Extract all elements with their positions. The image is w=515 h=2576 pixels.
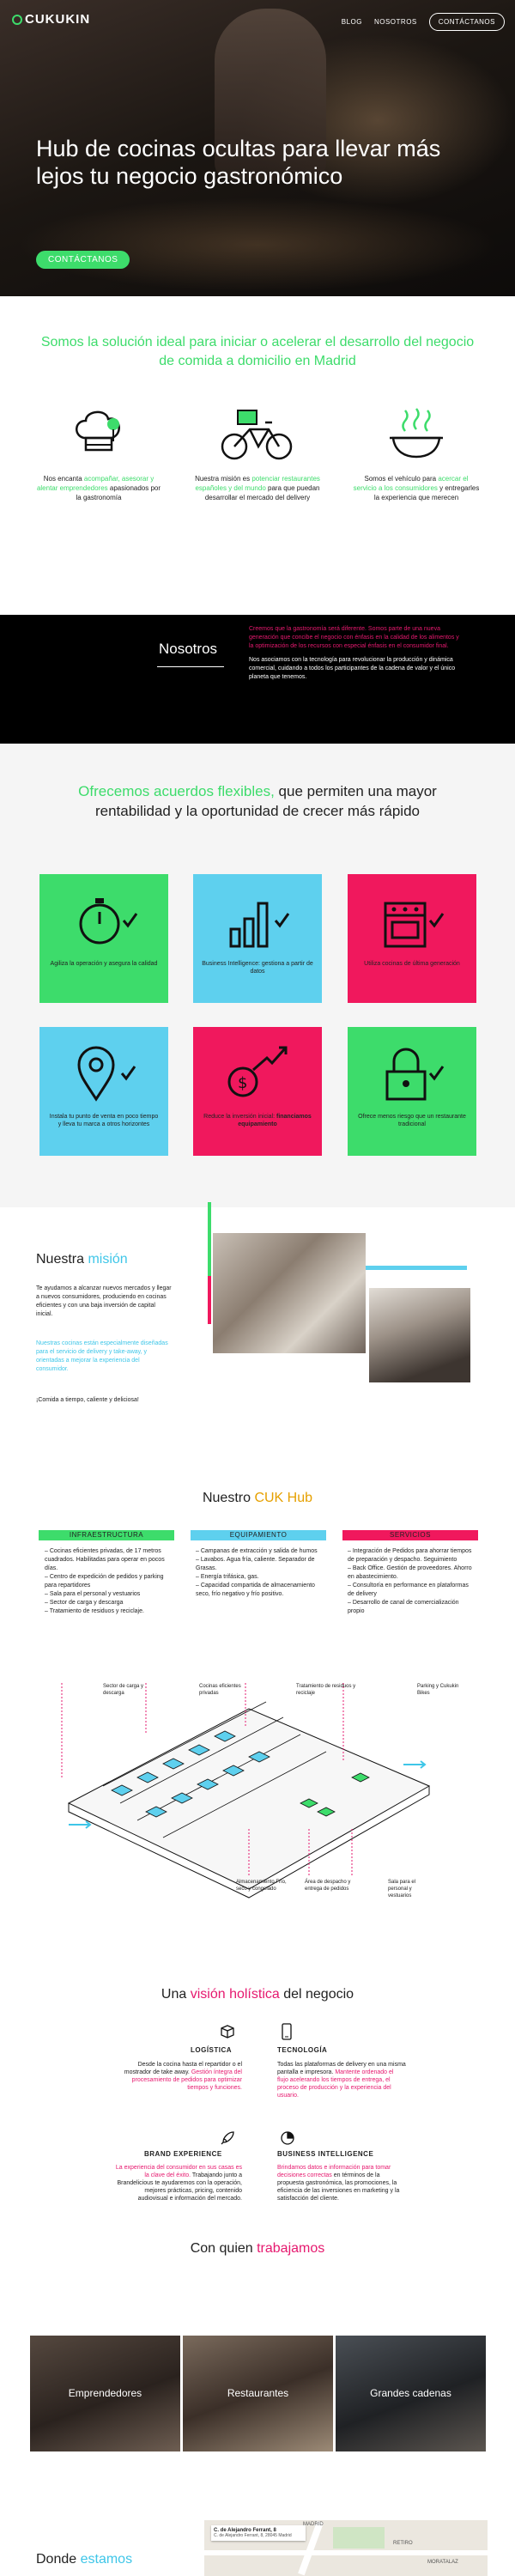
hub-label-almacen: Almacenamiento Frío, seco y congelado [236,1880,287,1892]
who-title: Con quien trabajamos [190,2241,325,2256]
offer-section: Ofrecemos acuerdos flexibles, que permit… [0,744,515,1207]
hero-light [17,197,498,292]
vision-head-brand: BRAND EXPERIENCE [144,2150,222,2158]
svg-text:$: $ [238,1074,247,1092]
nosotros-section: Nosotros Creemos que la gastronomía será… [0,615,515,744]
offer-title: Ofrecemos acuerdos flexibles, que permit… [78,783,437,819]
offer-tile-cocinas: Utiliza cocinas de última generación [348,874,476,1003]
mision-accent-bar [208,1276,211,1324]
map-road [204,2550,488,2555]
hero-title: Hub de cocinas ocultas para llevar más l… [36,136,441,189]
logo[interactable]: CUKUKIN [12,12,90,27]
vision-text-brand: La experiencia del consumidor en sus cas… [115,2165,242,2202]
nav-nosotros-link[interactable]: NOSOTROS [374,18,417,26]
mision-title: Nuestra misión [36,1252,128,1267]
feature-consumidores: Somos el vehículo para acercar el servic… [352,404,481,502]
vision-head-logistica: LOGÍSTICA [191,2046,233,2054]
donde-title: Donde estamos [36,2552,133,2567]
card-grandes-cadenas[interactable]: Grandes cadenas [336,2336,486,2451]
map-park [333,2527,385,2549]
top-nav: BLOG NOSOTROS CONTÁCTANOS [342,13,505,31]
map-label-madrid: MADRID [303,2522,324,2527]
chef-hat-icon [76,410,120,452]
hub-column-infraestructura: INFRAESTRUCTURA [39,1530,174,1540]
vision-text-bi: Brindamos datos e información para tomar… [277,2165,400,2202]
location-pin-icon [77,1046,136,1102]
hub-title: Nuestro CUK Hub [202,1491,313,1505]
hub-label-sala: Sala para el personal y vestuarios [388,1880,416,1899]
hub-list-servicios: – Integración de Pedidos para ahorrar ti… [348,1548,472,1614]
feature-restaurantes: Nuestra misión es potenciar restaurantes… [193,404,322,502]
intro-title: Somos la solución ideal para iniciar o a… [40,335,475,368]
box-icon [221,2025,234,2038]
hub-label-parking: Parking y Cukukin Bikes [417,1684,459,1696]
offer-tile-business-intelligence: Business Intelligence: gestiona a partir… [193,874,322,1003]
vision-head-bi: BUSINESS INTELLIGENCE [277,2150,374,2158]
offer-tile-inversion: $ Reduce la inversión inicial: financiam… [193,1027,322,1156]
mision-paragraph-2: Nuestras cocinas están especialmente dis… [36,1340,168,1372]
hero-section: CUKUKIN BLOG NOSOTROS CONTÁCTANOS Hub de… [0,0,515,296]
vision-text-logistica: Desde la cocina hasta el repartidor o el… [124,2062,242,2091]
hub-column-servicios: SERVICIOS [342,1530,478,1540]
map-label-retiro: RETIRO [393,2541,413,2546]
vision-text-tecnologia: Todas las plataformas de delivery en una… [277,2062,406,2099]
map-info-card: C. de Alejandro Ferrant, 8 C. de Alejand… [211,2525,306,2541]
hub-label-despacho: Área de despacho y entrega de pedidos [305,1880,351,1892]
nosotros-paragraph-2: Nos asociamos con la tecnología para rev… [249,657,456,680]
offer-tile-operacion: Agiliza la operación y asegura la calida… [39,874,168,1003]
map-label-moratalaz: MORATALAZ [427,2560,458,2565]
mision-tagline: ¡Comida a tiempo, caliente y deliciosa! [36,1397,139,1403]
logo-ring-icon [12,14,22,25]
nosotros-underline [157,666,224,667]
nosotros-paragraph-1: Creemos que la gastronomía será diferent… [249,626,459,649]
hub-column-equipamiento: EQUIPAMIENTO [191,1530,326,1540]
location-map[interactable]: C. de Alejandro Ferrant, 8 C. de Alejand… [204,2520,488,2576]
hub-list-infraestructura: – Cocinas eficientes privadas, de 17 met… [45,1548,165,1614]
stove-icon [384,902,445,948]
hub-list-equipamiento: – Campanas de extracción y salida de hum… [196,1548,318,1597]
padlock-icon [385,1048,445,1101]
vision-title: Una visión holística del negocio [161,1987,354,2002]
nosotros-title: Nosotros [159,641,218,657]
bicycle-icon [221,410,293,460]
rocket-icon [221,2131,234,2145]
mision-photo-kitchen [213,1233,366,1353]
hub-label-carga: Sector de carga y descarga [103,1684,144,1696]
offer-tile-punto-de-venta: Instala tu punto de venta en poco tiempo… [39,1027,168,1156]
mision-paragraph-1: Te ayudamos a alcanzar nuevos mercados y… [36,1285,172,1317]
vision-head-tecnologia: TECNOLOGÍA [277,2046,328,2054]
mision-photo-chefs [369,1288,470,1382]
hub-label-cocinas: Cocinas eficientes privadas [199,1684,241,1696]
card-emprendedores[interactable]: Emprendedores [30,2336,180,2451]
hub-floorplan-diagram [61,1683,431,1899]
nav-blog-link[interactable]: BLOG [342,18,362,26]
pie-chart-icon [281,2131,294,2145]
stopwatch-icon [79,898,138,945]
offer-tile-riesgo: Ofrece menos riesgo que un restaurante t… [348,1027,476,1156]
hub-label-residuos: Tratamiento de residuos y reciclaje [296,1684,356,1696]
bowl-icon [390,408,443,459]
mision-accent-bar [366,1266,467,1270]
nav-contact-button[interactable]: CONTÁCTANOS [428,13,505,31]
money-growth-icon: $ [227,1046,288,1097]
mision-accent-bar [208,1202,211,1276]
hero-contact-button[interactable]: CONTÁCTANOS [36,251,130,269]
bar-chart-icon [229,902,290,948]
phone-icon [282,2023,292,2040]
feature-emprendedores: Nos encanta acompañar, asesorar y alenta… [34,404,163,502]
card-restaurantes[interactable]: Restaurantes [183,2336,333,2451]
